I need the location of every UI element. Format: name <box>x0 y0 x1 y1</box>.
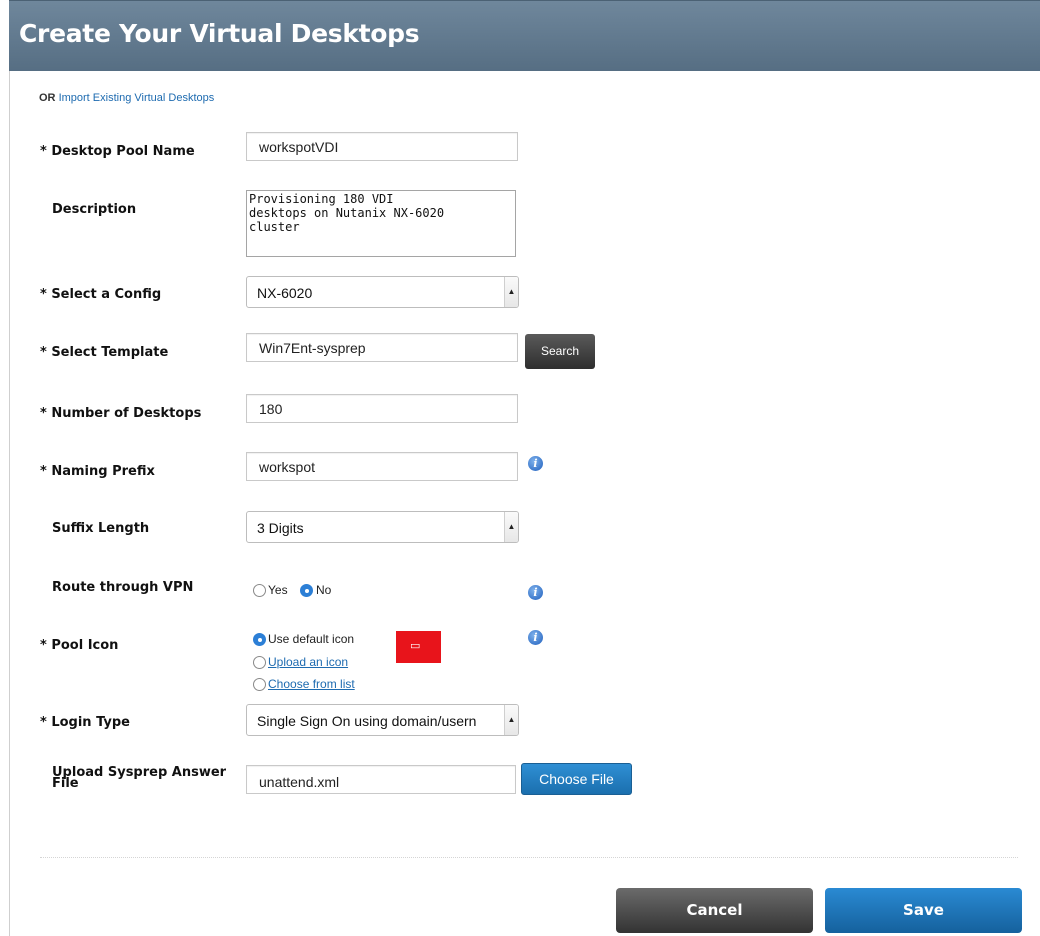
login-type-label: * Login Type <box>40 715 131 730</box>
num-desktops-input[interactable]: 180 <box>246 394 518 423</box>
naming-prefix-label: * Naming Prefix <box>40 464 155 479</box>
import-line: OR Import Existing Virtual Desktops <box>39 92 214 104</box>
left-border <box>9 71 10 936</box>
suffix-length-label: Suffix Length <box>52 521 150 536</box>
login-type-value: Single Sign On using domain/usern <box>257 713 477 729</box>
num-desktops-label: * Number of Desktops <box>40 406 202 421</box>
info-icon[interactable]: i <box>528 630 543 645</box>
pool-icon-label: * Pool Icon <box>40 638 119 653</box>
pool-name-label: * Desktop Pool Name <box>40 144 195 159</box>
pool-icon-preview: ▭ <box>396 631 441 663</box>
choose-file-button[interactable]: Choose File <box>521 763 632 795</box>
vpn-yes-radio[interactable] <box>253 584 266 597</box>
search-button[interactable]: Search <box>525 334 595 369</box>
chevron-updown-icon: ▲ <box>504 277 518 307</box>
save-button[interactable]: Save <box>825 888 1022 933</box>
template-label: * Select Template <box>40 345 169 360</box>
upload-icon-link[interactable]: Upload an icon <box>268 655 348 669</box>
vpn-label: Route through VPN <box>52 580 194 595</box>
suffix-length-select[interactable]: 3 Digits ▲ <box>246 511 519 543</box>
info-icon[interactable]: i <box>528 585 543 600</box>
template-input[interactable]: Win7Ent-sysprep <box>246 333 518 362</box>
sysprep-file-input[interactable]: unattend.xml <box>246 765 516 794</box>
config-select-value: NX-6020 <box>257 285 313 301</box>
default-icon-radio[interactable] <box>253 633 266 646</box>
page-header: Create Your Virtual Desktops <box>9 0 1040 71</box>
config-select[interactable]: NX-6020 ▲ <box>246 276 519 308</box>
description-textarea[interactable]: Provisioning 180 VDI desktops on Nutanix… <box>246 190 516 257</box>
naming-prefix-input[interactable]: workspot <box>246 452 518 481</box>
import-existing-link[interactable]: Import Existing Virtual Desktops <box>59 92 215 104</box>
chevron-updown-icon: ▲ <box>504 512 518 542</box>
vpn-no-label: No <box>316 583 332 597</box>
vpn-yes-label: Yes <box>268 583 288 597</box>
page-title: Create Your Virtual Desktops <box>19 19 420 48</box>
choose-icon-radio[interactable] <box>253 678 266 691</box>
choose-from-list-link[interactable]: Choose from list <box>268 677 355 691</box>
chevron-updown-icon: ▲ <box>504 705 518 735</box>
info-icon[interactable]: i <box>528 456 543 471</box>
desktop-icon: ▭ <box>410 640 421 652</box>
vpn-no-radio[interactable] <box>300 584 313 597</box>
login-type-select[interactable]: Single Sign On using domain/usern ▲ <box>246 704 519 736</box>
config-label: * Select a Config <box>40 287 162 302</box>
cancel-button[interactable]: Cancel <box>616 888 813 933</box>
description-label: Description <box>52 202 137 217</box>
upload-icon-radio[interactable] <box>253 656 266 669</box>
or-label: OR <box>39 92 56 104</box>
pool-name-input[interactable]: workspotVDI <box>246 132 518 161</box>
default-icon-label: Use default icon <box>268 632 355 646</box>
sysprep-label: Upload Sysprep Answer File <box>52 766 226 791</box>
suffix-length-value: 3 Digits <box>257 520 304 536</box>
divider <box>40 857 1018 858</box>
